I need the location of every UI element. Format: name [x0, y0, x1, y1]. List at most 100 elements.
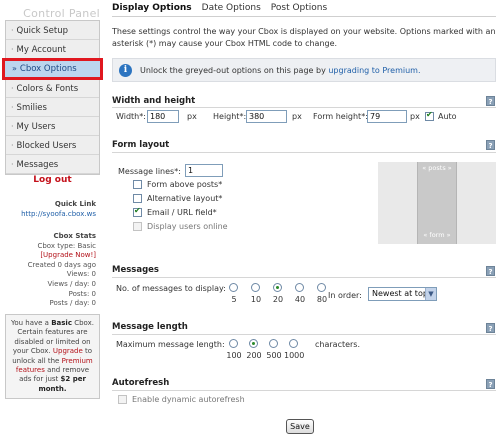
order-select[interactable]: Newest at top ▼ [368, 287, 437, 301]
max-length-label: Maximum message length: [116, 340, 225, 349]
order-label: In order: [328, 291, 362, 300]
message-count-option-label: 5 [231, 295, 237, 304]
autorefresh-label: Enable dynamic autorefresh [132, 395, 245, 404]
auto-label: Auto [438, 112, 457, 121]
height-unit: px [292, 112, 302, 121]
stats-heading: Cbox Stats [53, 232, 96, 240]
promo-basic: Basic [51, 319, 72, 327]
form-height-label: Form height*: [313, 112, 368, 121]
chevron-down-icon: ▼ [425, 288, 436, 300]
sidebar-item-label: Cbox Options [19, 64, 77, 74]
stats-type: Cbox type: Basic [37, 241, 96, 250]
notice-text: Unlock the greyed-out options on this pa… [140, 66, 420, 75]
control-panel-title: Control Panel [23, 7, 100, 20]
message-length-radio-500[interactable] [269, 339, 278, 348]
bullet-icon: · [11, 141, 14, 150]
message-count-option-label: 40 [294, 295, 306, 304]
message-count-option-label: 20 [272, 295, 284, 304]
help-icon[interactable]: ? [486, 379, 495, 389]
preview-form-label: « form » [423, 231, 451, 239]
section-title-messages: Messages [112, 265, 159, 275]
autorefresh-checkbox[interactable] [118, 395, 127, 404]
stats-posts: Posts: 0 [68, 289, 96, 298]
sidebar-item-my-account[interactable]: · My Account [6, 40, 99, 59]
sidebar-item-label: Quick Setup [16, 26, 69, 36]
email-url-field-label: Email / URL field* [147, 208, 217, 217]
cbox-stats-panel: Cbox Stats Cbox type: Basic [Upgrade Now… [0, 232, 96, 309]
form-height-input[interactable]: 79 [367, 110, 407, 123]
alternative-layout-label: Alternative layout* [147, 194, 223, 203]
display-users-online-label: Display users online [147, 222, 228, 231]
stats-views-day: Views / day: 0 [47, 279, 96, 288]
main-content: Display Options Date Options Post Options … [112, 0, 496, 448]
logout-link[interactable]: Log out [5, 175, 100, 185]
sidebar-item-smilies[interactable]: · Smilies [6, 98, 99, 117]
form-above-posts-label: Form above posts* [147, 180, 223, 189]
message-length-radio-1000[interactable] [289, 339, 298, 348]
section-title-message-length: Message length [112, 322, 188, 332]
sidebar-item-cbox-options[interactable]: » Cbox Options [2, 58, 103, 80]
section-title-width-height: Width and height [112, 96, 196, 106]
bullet-icon: · [11, 45, 14, 54]
quick-link-url[interactable]: http://syoofa.cbox.ws [0, 210, 96, 220]
stats-views: Views: 0 [66, 270, 96, 279]
bullet-icon: · [11, 84, 14, 93]
tab-post-options[interactable]: Post Options [271, 3, 327, 13]
options-tabs: Display Options Date Options Post Options [112, 3, 337, 13]
tab-display-options[interactable]: Display Options [112, 3, 192, 13]
bullet-icon: » [12, 64, 17, 73]
width-label: Width*: [116, 112, 146, 121]
message-count-radio-80[interactable] [317, 283, 326, 292]
alternative-layout-checkbox[interactable] [133, 194, 142, 203]
message-length-radio-200[interactable] [249, 339, 258, 348]
help-icon[interactable]: ? [486, 140, 495, 150]
help-icon[interactable]: ? [486, 96, 495, 106]
upgrade-now-link[interactable]: [Upgrade Now!] [0, 251, 96, 261]
section-divider [112, 152, 496, 153]
message-lines-input[interactable]: 1 [185, 164, 223, 177]
sidebar-item-label: Smilies [16, 103, 47, 113]
sidebar-item-quick-setup[interactable]: · Quick Setup [6, 21, 99, 40]
sidebar-item-my-users[interactable]: · My Users [6, 117, 99, 136]
message-count-label: No. of messages to display: [116, 284, 226, 293]
display-users-online-checkbox[interactable] [133, 222, 142, 231]
section-divider [112, 107, 496, 108]
sidebar-item-label: My Account [16, 45, 66, 55]
sidebar-item-label: Colors & Fonts [16, 84, 79, 94]
email-url-field-checkbox[interactable] [133, 206, 142, 217]
sidebar-item-label: My Users [16, 122, 56, 132]
premium-notice: i Unlock the greyed-out options on this … [112, 58, 496, 82]
bullet-icon: · [11, 160, 14, 169]
preview-column: « posts » « form » [417, 162, 457, 244]
message-length-radio-100[interactable] [229, 339, 238, 348]
sidebar-item-label: Blocked Users [16, 141, 77, 151]
help-icon[interactable]: ? [486, 323, 495, 333]
sidebar-item-label: Messages [16, 160, 59, 170]
message-count-radio-10[interactable] [251, 283, 260, 292]
promo-text-1: You have a [10, 319, 49, 327]
layout-preview: « posts » « form » [378, 162, 496, 244]
height-input[interactable]: 380 [246, 110, 287, 123]
stats-created: Created 0 days ago [27, 260, 96, 269]
message-count-radio-40[interactable] [295, 283, 304, 292]
sidebar-item-messages[interactable]: · Messages [6, 155, 99, 174]
upgrade-premium-link[interactable]: upgrading to Premium. [328, 66, 420, 75]
section-title-form-layout: Form layout [112, 140, 170, 150]
auto-checkbox[interactable] [425, 110, 434, 121]
width-input[interactable]: 180 [147, 110, 179, 123]
save-button[interactable]: Save [286, 419, 314, 434]
message-count-radio-5[interactable] [229, 283, 238, 292]
message-count-radio-20[interactable] [273, 283, 282, 292]
sidebar-item-blocked-users[interactable]: · Blocked Users [6, 136, 99, 155]
notice-message: Unlock the greyed-out options on this pa… [140, 66, 326, 75]
upgrade-promo: You have a Basic Cbox. Certain features … [5, 314, 100, 400]
promo-upgrade-link[interactable]: Upgrade [53, 347, 83, 355]
section-divider [112, 277, 496, 278]
section-divider [112, 390, 496, 391]
tab-date-options[interactable]: Date Options [202, 3, 261, 13]
sidebar: Control Panel · Quick Setup · My Account» Cb… [0, 0, 104, 448]
sidebar-item-colors-fonts[interactable]: · Colors & Fonts [6, 79, 99, 98]
help-icon[interactable]: ? [486, 266, 495, 276]
form-above-posts-checkbox[interactable] [133, 180, 142, 189]
quick-link-panel: Quick Link http://syoofa.cbox.ws [0, 200, 96, 219]
